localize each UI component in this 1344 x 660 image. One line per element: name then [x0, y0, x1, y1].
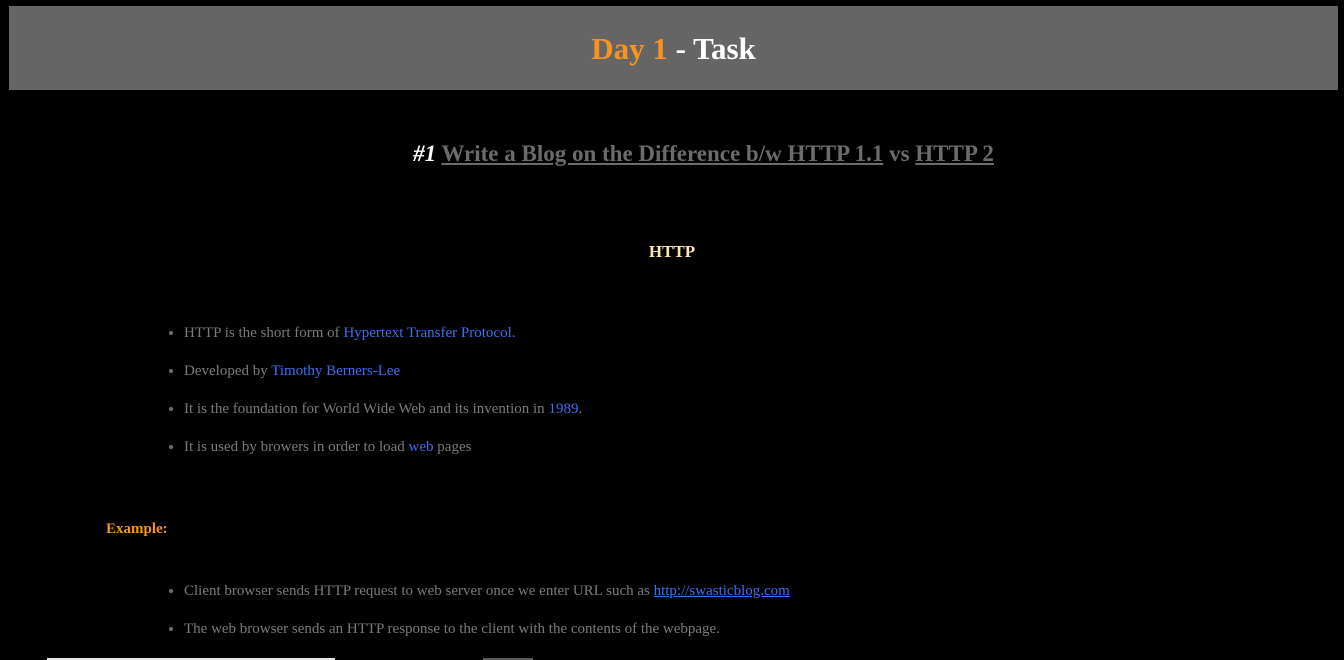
- highlight-text: web: [408, 439, 434, 455]
- day-label: Day 1: [591, 30, 668, 66]
- highlight-text: Timothy Berners-Lee: [271, 363, 401, 379]
- page-header: Day 1 - Task: [9, 6, 1338, 90]
- list-item: The web browser sends an HTTP response t…: [184, 618, 790, 656]
- task-heading: #1 Write a Blog on the Difference b/w HT…: [0, 141, 1344, 167]
- blog-task-link[interactable]: Write a Blog on the Difference b/w HTTP …: [441, 141, 883, 166]
- title-separator: -: [667, 30, 694, 66]
- list-item-text: HTTP is the short form of: [184, 325, 344, 341]
- list-item-text: Developed by: [184, 363, 272, 379]
- http-section-heading: HTTP: [648, 242, 696, 261]
- page: Day 1 - Task #1 Write a Blog on the Diff…: [0, 0, 1344, 660]
- http-facts-list: HTTP is the short form of Hypertext Tran…: [140, 322, 582, 474]
- list-item-text: Client browser sends HTTP request to web…: [184, 583, 654, 599]
- list-item-suffix: pages: [433, 439, 472, 455]
- highlight-text: Hypertext Transfer Protocol.: [343, 325, 516, 341]
- page-title: Day 1 - Task: [591, 33, 756, 64]
- list-item-text: It is the foundation for World Wide Web …: [184, 401, 549, 417]
- list-item: It is used by browers in order to load w…: [184, 436, 582, 474]
- list-item: Developed by Timothy Berners-Lee: [184, 360, 582, 398]
- highlight-text: 1989: [548, 401, 579, 417]
- list-item-text: The web browser sends an HTTP response t…: [184, 621, 720, 637]
- http2-link[interactable]: HTTP 2: [915, 141, 994, 166]
- list-item: Client browser sends HTTP request to web…: [184, 580, 790, 618]
- list-item-text: It is used by browers in order to load: [184, 439, 409, 455]
- list-item: It is the foundation for World Wide Web …: [184, 398, 582, 436]
- list-item-suffix: .: [578, 401, 583, 417]
- example-label: Example:: [106, 521, 168, 537]
- example-url-link[interactable]: http://swasticblog.com: [654, 583, 790, 599]
- task-number: #1: [413, 141, 437, 166]
- task-label: Task: [693, 30, 756, 66]
- example-list: Client browser sends HTTP request to web…: [140, 580, 790, 656]
- vs-text: vs: [889, 141, 910, 166]
- list-item: HTTP is the short form of Hypertext Tran…: [184, 322, 582, 360]
